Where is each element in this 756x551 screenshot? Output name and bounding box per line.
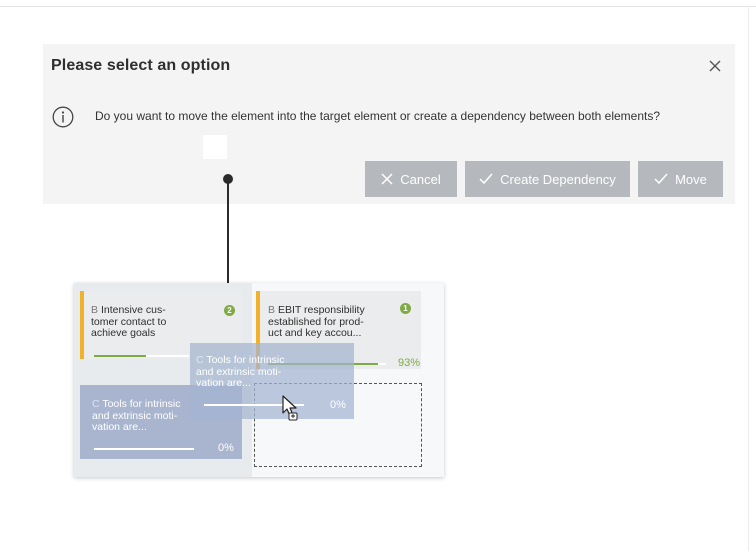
move-button-label: Move — [675, 171, 707, 187]
card-accent — [80, 291, 84, 359]
drag-ghost-card[interactable]: C Tools for intrinsic and extrinsic moti… — [190, 343, 354, 419]
card-letter: C — [196, 354, 204, 366]
create-dependency-button[interactable]: Create Dependency — [465, 161, 630, 197]
progress-bar — [94, 355, 189, 357]
card-badge: 2 — [224, 305, 235, 316]
card-title: C Tools for intrinsic and extrinsic moti… — [92, 398, 202, 434]
top-border — [0, 6, 756, 7]
card-percent: 93% — [398, 357, 421, 369]
dialog-message: Do you want to move the element into the… — [95, 109, 661, 123]
right-border — [748, 6, 749, 551]
card-badge: 1 — [400, 303, 411, 314]
checkmark-icon — [654, 173, 668, 185]
card-text: Intensive cus- tomer contact to achieve … — [91, 304, 167, 339]
checkmark-icon — [479, 173, 493, 185]
progress-fill — [94, 355, 147, 357]
blank-patch — [203, 135, 227, 159]
card-letter: B — [268, 304, 276, 316]
board-preview: B Intensive cus- tomer contact to achiev… — [74, 283, 444, 477]
card-letter: C — [92, 398, 100, 410]
progress-bar — [94, 448, 194, 450]
card-title: B Intensive cus- tomer contact to achiev… — [91, 304, 211, 340]
cancel-x-icon — [381, 173, 393, 185]
cancel-button-label: Cancel — [400, 171, 441, 187]
create-dependency-label: Create Dependency — [500, 171, 616, 187]
info-icon — [52, 106, 74, 128]
option-dialog: Please select an option Do you want to m… — [43, 44, 735, 204]
card-title: C Tools for intrinsic and extrinsic moti… — [196, 354, 316, 390]
card-text: Tools for intrinsic and extrinsic moti- … — [92, 398, 181, 433]
card-percent: 0% — [218, 442, 234, 454]
connector-line — [227, 181, 229, 283]
card-title: B EBIT responsibility established for pr… — [268, 304, 393, 340]
dialog-title: Please select an option — [51, 57, 231, 74]
card-text: Tools for intrinsic and extrinsic moti- … — [196, 354, 285, 389]
cursor-icon — [282, 395, 298, 421]
card-percent: 0% — [330, 399, 346, 411]
cancel-button[interactable]: Cancel — [365, 161, 457, 197]
move-button[interactable]: Move — [638, 161, 723, 197]
close-icon[interactable] — [707, 58, 723, 74]
card-letter: B — [91, 304, 99, 316]
card-text: EBIT responsibility established for prod… — [268, 304, 365, 339]
